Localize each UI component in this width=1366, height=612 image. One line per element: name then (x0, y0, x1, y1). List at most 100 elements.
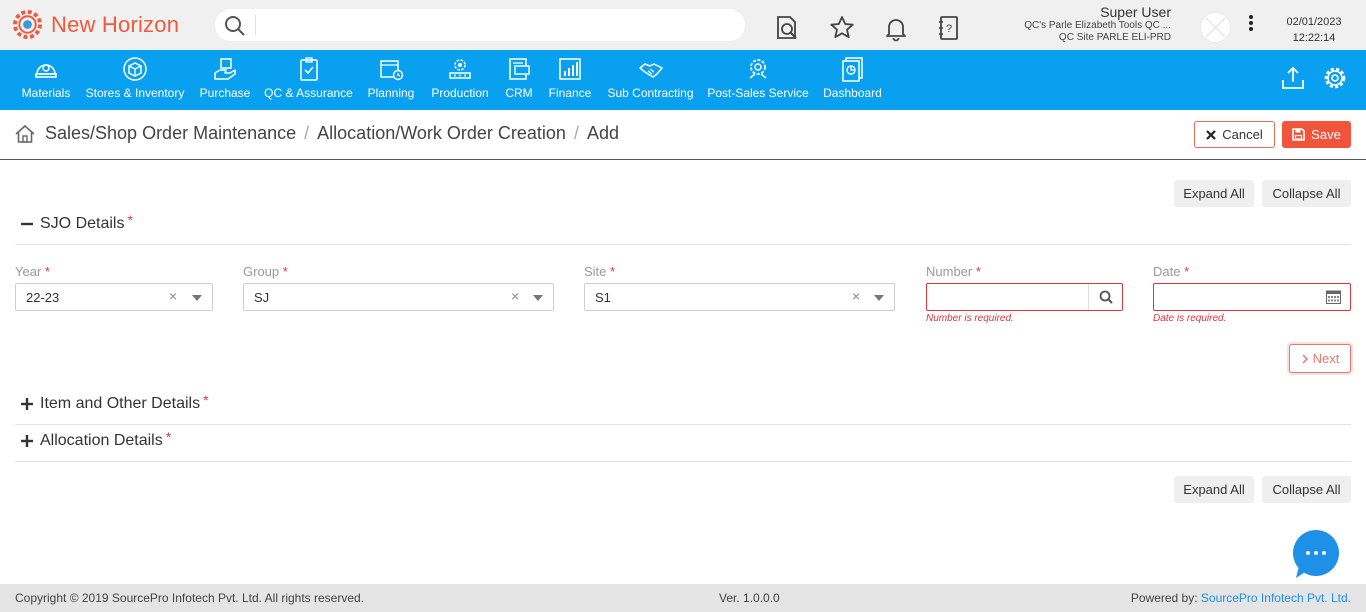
clear-icon[interactable]: × (511, 288, 519, 304)
required-asterisk: * (165, 429, 172, 445)
date-label-text: Date (1153, 264, 1181, 279)
plus-icon[interactable] (20, 397, 34, 411)
footer: Copyright © 2019 SourcePro Infotech Pvt.… (0, 584, 1366, 612)
clear-icon[interactable]: × (852, 288, 860, 304)
group-select[interactable]: SJ × (243, 283, 554, 311)
collapse-all-button[interactable]: Collapse All (1262, 180, 1351, 207)
calendar-icon[interactable] (1326, 290, 1341, 309)
required-asterisk: * (203, 392, 209, 408)
breadcrumb-separator: / (304, 123, 310, 143)
search-input[interactable] (263, 15, 733, 35)
nav-label: Production (431, 86, 489, 100)
nav-crm[interactable]: CRM (505, 56, 533, 106)
site-select[interactable]: S1 × (584, 283, 895, 311)
chat-tail (1296, 566, 1308, 578)
required-asterisk: * (282, 264, 288, 279)
number-error: Number is required. (926, 313, 1014, 324)
home-icon[interactable] (14, 124, 36, 144)
section-item-other-details[interactable]: Item and Other Details * (20, 392, 209, 413)
next-button[interactable]: Next (1289, 344, 1351, 373)
divider (15, 244, 1351, 245)
bar-chart-icon (559, 58, 581, 80)
nav-sub-contracting[interactable]: Sub Contracting (607, 56, 694, 106)
user-info[interactable]: Super User QC's Parle Elizabeth Tools QC… (1024, 4, 1171, 44)
required-asterisk: * (127, 212, 133, 228)
nav-post-sales-service[interactable]: Post-Sales Service (707, 56, 809, 106)
search-icon[interactable] (224, 15, 246, 37)
nav-materials[interactable]: Materials (21, 56, 71, 106)
copyright-text: Copyright © 2019 SourcePro Infotech Pvt.… (15, 591, 365, 605)
upload-icon[interactable] (1279, 64, 1307, 92)
section-allocation-details[interactable]: Allocation Details * (20, 429, 172, 450)
breadcrumb: Sales/Shop Order Maintenance / Allocatio… (14, 123, 619, 144)
chevron-down-icon[interactable] (533, 295, 543, 301)
powered-by: Powered by: SourcePro Infotech Pvt. Ltd. (1131, 591, 1351, 605)
user-company: QC's Parle Elizabeth Tools QC ... (1024, 20, 1171, 31)
search-icon (1099, 290, 1113, 304)
nav-qc-assurance[interactable]: QC & Assurance (264, 56, 353, 106)
nav-purchase[interactable]: Purchase (200, 56, 250, 106)
breadcrumb-separator: / (573, 123, 579, 143)
section-sjo-details[interactable]: SJO Details * (20, 212, 133, 233)
chevron-down-icon[interactable] (192, 295, 202, 301)
powered-by-link[interactable]: SourcePro Infotech Pvt. Ltd. (1201, 591, 1351, 605)
notebook-help-icon[interactable]: ? (935, 14, 963, 42)
nav-planning[interactable]: Planning (367, 56, 415, 106)
star-icon[interactable] (828, 14, 856, 42)
breadcrumb-item-allocation[interactable]: Allocation/Work Order Creation (317, 123, 566, 144)
breadcrumb-item-sales-shop-order[interactable]: Sales/Shop Order Maintenance (45, 123, 296, 144)
main-nav: Materials Stores & Inventory Purchase QC… (0, 50, 1366, 110)
datetime: 02/01/2023 12:22:14 (1274, 14, 1354, 46)
nav-dashboard[interactable]: Dashboard (823, 56, 882, 106)
save-button[interactable]: Save (1282, 121, 1351, 148)
expand-all-button-bottom[interactable]: Expand All (1174, 476, 1254, 503)
nav-production[interactable]: Production (431, 56, 489, 106)
helmet-icon (35, 64, 57, 78)
factory-gear-icon (449, 59, 471, 79)
minus-icon[interactable] (20, 217, 34, 231)
nav-stores-inventory[interactable]: Stores & Inventory (86, 56, 184, 106)
settings-gear-icon[interactable] (1321, 64, 1349, 92)
cancel-label: Cancel (1222, 127, 1263, 142)
more-vert-icon[interactable] (1244, 14, 1258, 34)
document-search-icon[interactable] (773, 14, 801, 42)
user-name: Super User (1100, 4, 1171, 20)
hand-box-icon (214, 58, 236, 80)
global-search[interactable] (215, 9, 745, 41)
nav-label: CRM (505, 86, 533, 100)
required-asterisk: * (1184, 264, 1190, 279)
top-header: New Horizon ? Super User QC's Parle Eliz… (0, 0, 1366, 50)
year-select[interactable]: 22-23 × (15, 283, 213, 311)
plus-icon[interactable] (20, 434, 34, 448)
required-asterisk: * (610, 264, 616, 279)
number-label-text: Number (926, 264, 973, 279)
nav-label: Dashboard (823, 86, 882, 100)
number-field[interactable] (926, 283, 1123, 311)
expand-all-button[interactable]: Expand All (1174, 180, 1254, 207)
year-value: 22-23 (26, 290, 60, 305)
clipboard-check-icon (299, 57, 318, 81)
next-label: Next (1312, 351, 1340, 366)
collapse-all-button-bottom[interactable]: Collapse All (1262, 476, 1351, 503)
chevron-down-icon[interactable] (874, 295, 884, 301)
site-value: S1 (595, 290, 611, 305)
svg-text:?: ? (946, 23, 952, 35)
section-title: SJO Details (40, 215, 125, 232)
bell-icon[interactable] (882, 14, 910, 42)
search-divider (255, 15, 256, 35)
year-label: Year * (15, 264, 50, 279)
cancel-button[interactable]: Cancel (1194, 121, 1275, 148)
nav-finance[interactable]: Finance (549, 56, 591, 106)
avatar[interactable] (1200, 12, 1231, 43)
divider (15, 461, 1351, 462)
chevron-right-icon (1302, 353, 1308, 364)
year-label-text: Year (15, 264, 42, 279)
section-title: Item and Other Details (40, 395, 201, 412)
date-field[interactable] (1153, 283, 1351, 311)
dashboard-icon (841, 57, 863, 82)
app-logo[interactable]: New Horizon (12, 9, 179, 40)
number-search-button[interactable] (1088, 284, 1122, 310)
current-time: 12:22:14 (1292, 32, 1336, 44)
clear-icon[interactable]: × (169, 288, 177, 304)
current-date: 02/01/2023 (1286, 16, 1342, 28)
